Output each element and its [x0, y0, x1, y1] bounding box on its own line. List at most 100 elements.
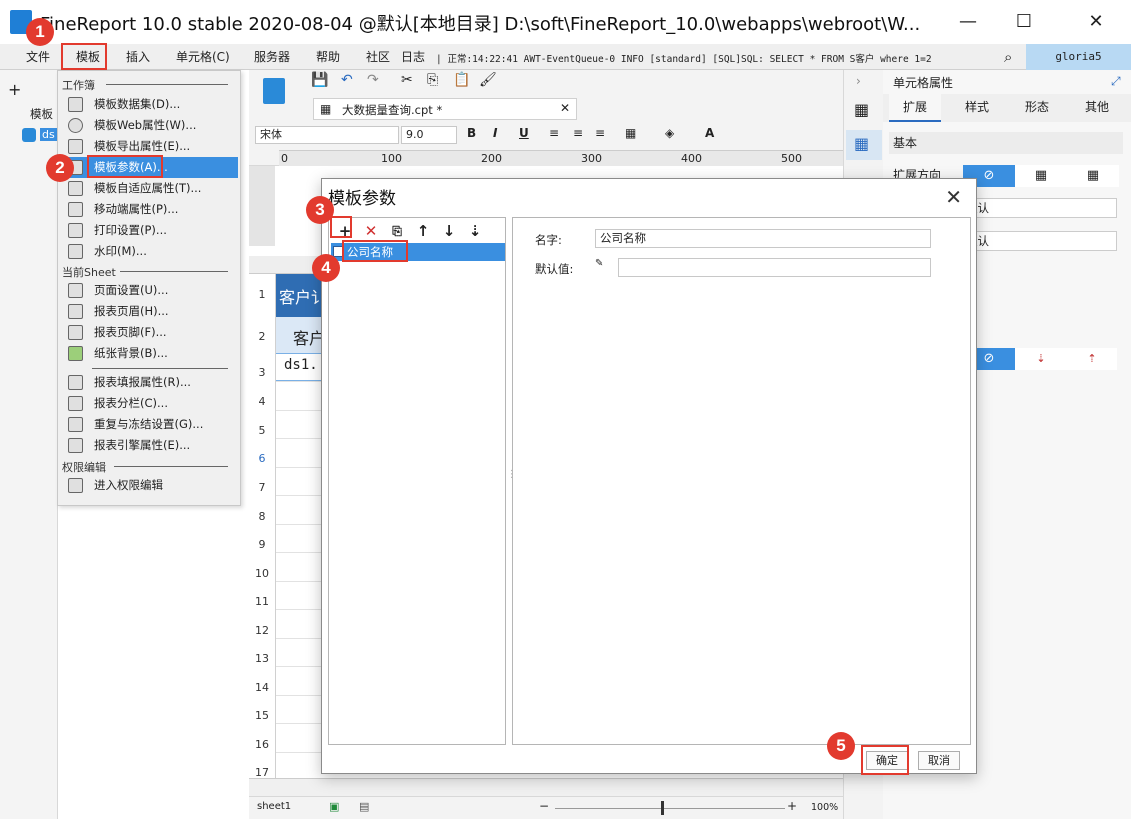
menu-help[interactable]: 帮助 [316, 48, 340, 65]
cell-a2[interactable]: 客户 [275, 317, 327, 353]
menu-item-paper-background[interactable]: 纸张背景(B)... [60, 343, 238, 364]
sort-desc-icon[interactable]: ⇡ [1067, 348, 1117, 370]
horizontal-expand-icon[interactable]: ▦ [1067, 165, 1119, 187]
section-basic[interactable]: 基本 [889, 132, 1123, 154]
adaptive-icon [68, 181, 83, 196]
menu-item-label: 报表填报属性(R)... [94, 375, 191, 389]
menu-item-footer[interactable]: 报表页脚(F)... [60, 322, 238, 343]
section-permission: 权限编辑 [62, 461, 106, 474]
align-center-icon[interactable]: ≡ [573, 126, 583, 140]
zoom-out-icon[interactable]: − [539, 799, 549, 813]
left-parent-select[interactable]: 默认 [963, 198, 1117, 218]
format-painter-icon[interactable]: 🖌 [479, 72, 497, 88]
status-bar: sheet1 ▣ ▤ − + 100% [249, 796, 843, 819]
copy-icon[interactable]: ⎘ [427, 72, 438, 88]
menu-cell[interactable]: 单元格(C) [176, 48, 230, 65]
menu-item-dataset[interactable]: 模板数据集(D)... [60, 94, 238, 115]
tab-style[interactable]: 样式 [951, 94, 1003, 120]
menu-item-export-attr[interactable]: 模板导出属性(E)... [60, 136, 238, 157]
menu-item-header[interactable]: 报表页眉(H)... [60, 301, 238, 322]
copy-param-icon[interactable]: ⎘ [387, 221, 407, 241]
cell-attr-icon[interactable]: ▦ [854, 134, 869, 153]
align-left-icon[interactable]: ≡ [549, 126, 559, 140]
user-badge[interactable]: gloria5 [1026, 44, 1131, 70]
menu-item-columns[interactable]: 报表分栏(C)... [60, 393, 238, 414]
menu-server[interactable]: 服务器 [254, 48, 290, 65]
menu-insert[interactable]: 插入 [126, 48, 150, 65]
chevron-right-icon[interactable]: › [856, 74, 861, 88]
menu-item-label: 页面设置(U)... [94, 283, 169, 297]
tab-close-icon[interactable]: ✕ [560, 101, 570, 115]
add-poly-sheet-icon[interactable]: ▤ [359, 800, 369, 813]
fill-color-icon[interactable]: ◈ [665, 126, 674, 140]
dataset-node[interactable]: ds [40, 128, 57, 141]
minimize-button[interactable]: — [950, 8, 986, 36]
menu-item-mobile-attr[interactable]: 移动端属性(P)... [60, 199, 238, 220]
maximize-button[interactable]: ☐ [1006, 8, 1042, 36]
add-icon[interactable]: + [8, 80, 21, 99]
menu-item-print-settings[interactable]: 打印设置(P)... [60, 220, 238, 241]
menu-item-label: 水印(M)... [94, 244, 147, 258]
menu-item-page-setup[interactable]: 页面设置(U)... [60, 280, 238, 301]
delete-param-icon[interactable]: ✕ [361, 221, 381, 241]
separator [120, 271, 228, 272]
font-family-select[interactable]: 宋体 [255, 126, 399, 144]
sort-options: ⊘ ⇣ ⇡ [963, 348, 1117, 370]
cell-a3[interactable]: ds1. [275, 353, 327, 381]
cell-element-icon[interactable]: ▦ [854, 100, 869, 119]
separator [92, 368, 228, 369]
menu-item-fill-attr[interactable]: 报表填报属性(R)... [60, 372, 238, 393]
menu-item-web-attr[interactable]: 模板Web属性(W)... [60, 115, 238, 136]
border-icon[interactable]: ▦ [625, 126, 636, 140]
menu-item-engine-attr[interactable]: 报表引擎属性(E)... [60, 435, 238, 456]
sort-asc-icon[interactable]: ⇣ [1015, 348, 1067, 370]
sheet-tab[interactable]: sheet1 [257, 801, 291, 812]
expand-panel-icon[interactable]: ⤢ [1111, 74, 1121, 89]
menu-item-label: 报表页脚(F)... [94, 325, 167, 339]
template-icon[interactable] [263, 78, 285, 104]
font-size-select[interactable]: 9.0 [401, 126, 457, 144]
horizontal-scrollbar[interactable] [249, 778, 843, 796]
menu-item-freeze[interactable]: 重复与冻结设置(G)... [60, 414, 238, 435]
menu-community[interactable]: 社区 [366, 48, 390, 65]
vertical-expand-icon[interactable]: ▦ [1015, 165, 1067, 187]
sort-icon[interactable]: ⇣ [465, 221, 485, 241]
underline-icon[interactable]: U [519, 126, 529, 140]
move-up-icon[interactable]: ↑ [413, 221, 433, 241]
search-icon[interactable]: ⌕ [1004, 48, 1012, 66]
dialog-close-icon[interactable]: ✕ [945, 185, 962, 209]
default-value-field[interactable] [618, 258, 931, 277]
zoom-in-icon[interactable]: + [787, 799, 797, 813]
ruler: 0 100 200 300 400 500 [279, 150, 843, 166]
menu-log[interactable]: 日志 [401, 48, 425, 65]
tab-expand[interactable]: 扩展 [889, 94, 941, 122]
name-field[interactable]: 公司名称 [595, 229, 931, 248]
zoom-slider-thumb[interactable] [661, 801, 664, 815]
top-parent-select[interactable]: 默认 [963, 231, 1117, 251]
row-number: 12 [255, 624, 269, 637]
undo-icon[interactable]: ↶ [341, 72, 353, 88]
zoom-slider-track[interactable] [555, 808, 785, 809]
menu-item-permission-edit[interactable]: 进入权限编辑 [60, 475, 238, 496]
font-color-icon[interactable]: A [705, 126, 714, 140]
menu-file[interactable]: 文件 [26, 48, 50, 65]
add-sheet-icon[interactable]: ▣ [329, 800, 339, 813]
text-type-icon[interactable]: ✎ [595, 258, 603, 269]
align-right-icon[interactable]: ≡ [595, 126, 605, 140]
italic-icon[interactable]: I [493, 126, 497, 140]
editor-toolbar: 💾 ↶ ↷ ✂ ⎘ 📋 🖌 ▦ 大数据量查询.cpt * ✕ 宋体 9.0 B … [249, 70, 843, 166]
tab-template[interactable]: ▦ 大数据量查询.cpt * ✕ [313, 98, 577, 120]
tab-form[interactable]: 形态 [1011, 94, 1063, 120]
tab-other[interactable]: 其他 [1071, 94, 1123, 120]
menu-item-watermark[interactable]: 水印(M)... [60, 241, 238, 262]
close-window-button[interactable]: ✕ [1078, 8, 1114, 36]
bold-icon[interactable]: B [467, 126, 476, 140]
redo-icon[interactable]: ↷ [367, 72, 379, 88]
move-down-icon[interactable]: ↓ [439, 221, 459, 241]
cancel-button[interactable]: 取消 [918, 751, 960, 770]
menu-item-adaptive-attr[interactable]: 模板自适应属性(T)... [60, 178, 238, 199]
row-number: 16 [255, 738, 269, 751]
cut-icon[interactable]: ✂ [401, 72, 413, 88]
paste-icon[interactable]: 📋 [453, 72, 470, 88]
save-icon[interactable]: 💾 [311, 72, 328, 88]
